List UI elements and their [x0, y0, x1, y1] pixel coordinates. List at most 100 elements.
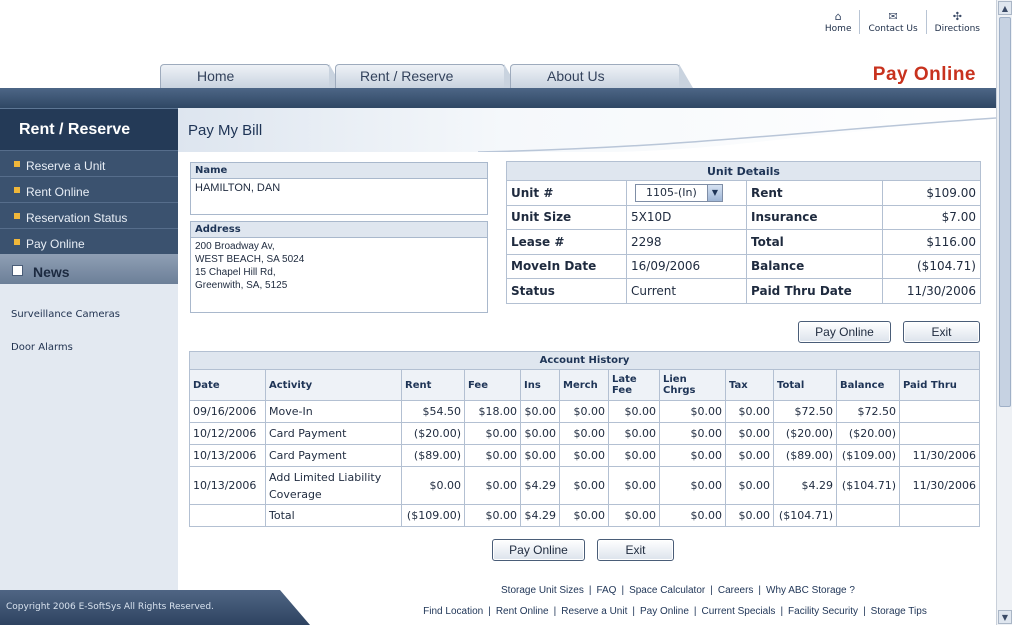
- table-cell: $0.00: [725, 504, 774, 527]
- sidebar-item-label: Reserve a Unit: [26, 159, 106, 173]
- scroll-thumb[interactable]: [999, 17, 1011, 407]
- table-cell: $0.00: [725, 466, 774, 505]
- footer-link[interactable]: Storage Tips: [871, 606, 927, 617]
- table-cell: ($104.71): [773, 504, 837, 527]
- footer-link[interactable]: Current Specials: [702, 606, 776, 617]
- top-link-directions[interactable]: ✣ Directions: [925, 10, 988, 34]
- table-cell: $72.50: [773, 400, 837, 423]
- table-cell: Total: [265, 504, 402, 527]
- sidebar-news[interactable]: News: [0, 254, 178, 284]
- name-value: HAMILTON, DAN: [195, 182, 281, 194]
- unit-select[interactable]: 1105-(In) ▼: [635, 183, 723, 202]
- sidebar-item-rent-online[interactable]: Rent Online: [0, 176, 178, 202]
- table-cell: 11/30/2006: [899, 466, 980, 505]
- table-cell: ($109.00): [836, 444, 900, 467]
- sidebar-item-label: Pay Online: [26, 237, 85, 251]
- top-link-contact[interactable]: ✉ Contact Us: [859, 10, 925, 34]
- table-cell: [836, 504, 900, 527]
- tab-about-us[interactable]: About Us: [510, 64, 693, 88]
- footer-link[interactable]: Careers: [718, 585, 754, 596]
- table-cell: 11/30/2006: [899, 444, 980, 467]
- footer-link[interactable]: Space Calculator: [629, 585, 705, 596]
- table-cell: $0.00: [559, 466, 609, 505]
- address-value: 200 Broadway Av, WEST BEACH, SA 5024 15 …: [191, 238, 487, 295]
- unit-select-value: 1105-(In): [646, 186, 697, 200]
- footer-link[interactable]: FAQ: [596, 585, 616, 596]
- news-link-door-alarms[interactable]: Door Alarms: [0, 342, 178, 353]
- unit-details-title: Unit Details: [506, 161, 981, 181]
- movein-value: 16/09/2006: [626, 253, 747, 279]
- header-swoosh: [178, 117, 996, 152]
- section-title: Pay Online: [872, 64, 976, 85]
- table-cell: Move-In: [265, 400, 402, 423]
- col-header: Paid Thru: [899, 369, 980, 401]
- exit-button-bottom[interactable]: Exit: [597, 539, 674, 561]
- table-cell: $0.00: [464, 422, 521, 445]
- unit-select-cell: 1105-(In) ▼: [626, 180, 747, 206]
- table-cell: $0.00: [659, 400, 726, 423]
- movein-label: MoveIn Date: [506, 253, 627, 279]
- exit-button[interactable]: Exit: [903, 321, 980, 343]
- bullet-icon: [14, 161, 20, 167]
- site-logo[interactable]: [10, 8, 160, 58]
- col-header: Activity: [265, 369, 402, 401]
- total-label: Total: [746, 229, 883, 255]
- scroll-up-icon[interactable]: ▲: [998, 1, 1012, 15]
- footer-link[interactable]: Reserve a Unit: [561, 606, 627, 617]
- news-link-surveillance[interactable]: Surveillance Cameras: [0, 309, 178, 320]
- table-cell: Card Payment: [265, 444, 402, 467]
- footer-link[interactable]: Pay Online: [640, 606, 689, 617]
- sidebar: Rent / Reserve Reserve a Unit Rent Onlin…: [0, 108, 178, 625]
- total-value: $116.00: [882, 229, 981, 255]
- top-link-home[interactable]: ⌂ Home: [817, 10, 860, 34]
- table-cell: $0.00: [725, 444, 774, 467]
- footer-link[interactable]: Why ABC Storage ?: [766, 585, 855, 596]
- address-line: WEST BEACH, SA 5024: [195, 254, 305, 265]
- col-header: Lien Chrgs: [659, 369, 726, 401]
- sidebar-item-reserve-unit[interactable]: Reserve a Unit: [0, 150, 178, 176]
- table-row-total: Total ($109.00) $0.00 $4.29 $0.00 $0.00 …: [189, 504, 980, 527]
- col-header: Balance: [836, 369, 900, 401]
- sidebar-item-reservation-status[interactable]: Reservation Status: [0, 202, 178, 228]
- rent-value: $109.00: [882, 180, 981, 206]
- scroll-down-icon[interactable]: ▼: [998, 610, 1012, 624]
- footer-link[interactable]: Facility Security: [788, 606, 858, 617]
- lease-label: Lease #: [506, 229, 627, 255]
- table-cell: Add Limited Liability Coverage: [265, 466, 402, 505]
- table-cell: 10/13/2006: [189, 444, 266, 467]
- header-bar: [0, 88, 996, 108]
- table-cell: 09/16/2006: [189, 400, 266, 423]
- site-header: ⌂ Home ✉ Contact Us ✣ Directions Home Re…: [0, 0, 996, 90]
- table-cell: $0.00: [659, 504, 726, 527]
- pay-online-button[interactable]: Pay Online: [798, 321, 891, 343]
- table-cell: ($109.00): [401, 504, 465, 527]
- footer-link[interactable]: Find Location: [423, 606, 483, 617]
- copyright: Copyright 2006 E-SoftSys All Rights Rese…: [0, 590, 310, 625]
- table-cell: [899, 400, 980, 423]
- table-cell: $0.00: [725, 400, 774, 423]
- bullet-icon: [14, 187, 20, 193]
- home-icon: ⌂: [834, 10, 842, 23]
- table-cell: $0.00: [559, 422, 609, 445]
- vertical-scrollbar[interactable]: ▲ ▼: [996, 0, 1012, 625]
- table-cell: $0.00: [559, 504, 609, 527]
- table-cell: ($89.00): [773, 444, 837, 467]
- mail-icon: ✉: [888, 10, 898, 23]
- table-cell: $0.00: [659, 444, 726, 467]
- footer-link[interactable]: Rent Online: [496, 606, 549, 617]
- tab-home[interactable]: Home: [160, 64, 343, 88]
- table-cell: ($89.00): [401, 444, 465, 467]
- table-cell: [899, 504, 980, 527]
- top-link-label: Home: [824, 24, 852, 34]
- tab-rent-reserve[interactable]: Rent / Reserve: [335, 64, 518, 88]
- sidebar-item-pay-online[interactable]: Pay Online: [0, 228, 178, 254]
- status-label: Status: [506, 278, 627, 304]
- table-cell: $0.00: [725, 422, 774, 445]
- footer-link[interactable]: Storage Unit Sizes: [501, 585, 584, 596]
- pay-online-button-bottom[interactable]: Pay Online: [492, 539, 585, 561]
- name-label: Name: [191, 163, 487, 179]
- footer-links-row2: Find Location | Rent Online | Reserve a Unit…: [423, 606, 927, 617]
- chevron-down-icon: ▼: [707, 184, 722, 201]
- table-cell: $0.00: [659, 422, 726, 445]
- bullet-icon: [14, 239, 20, 245]
